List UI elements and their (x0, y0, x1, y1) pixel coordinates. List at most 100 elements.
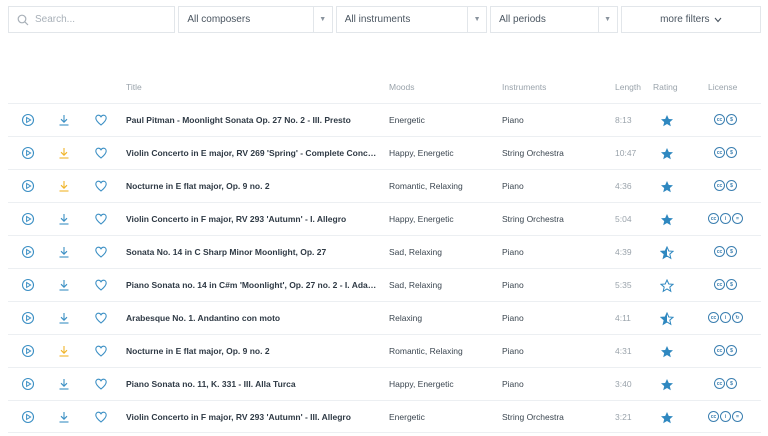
track-length: 5:35 (615, 280, 632, 290)
table-row[interactable]: Piano Sonata no. 11, K. 331 - III. Alla … (8, 367, 761, 400)
track-title[interactable]: Sonata No. 14 in C Sharp Minor Moonlight… (126, 247, 380, 257)
track-title[interactable]: Violin Concerto in F major, RV 293 'Autu… (126, 412, 380, 422)
filter-bar: All composers ▼ All instruments ▼ All pe… (8, 6, 761, 34)
download-icon[interactable] (57, 410, 71, 424)
track-title[interactable]: Violin Concerto in E major, RV 269 'Spri… (126, 148, 380, 158)
play-icon[interactable] (21, 344, 35, 358)
column-header-instruments[interactable]: Instruments (502, 82, 546, 92)
license-badges[interactable]: cc $ (714, 345, 738, 356)
table-row[interactable]: Arabesque No. 1. Andantino con moto Rela… (8, 301, 761, 334)
play-icon[interactable] (21, 146, 35, 160)
play-icon[interactable] (21, 212, 35, 226)
heart-icon[interactable] (94, 245, 108, 259)
download-icon[interactable] (57, 146, 71, 160)
table-row[interactable]: Nocturne in E flat major, Op. 9 no. 2 Ro… (8, 334, 761, 367)
heart-icon[interactable] (94, 311, 108, 325)
license-badges[interactable]: cc $ (714, 246, 738, 257)
track-title[interactable]: Paul Pitman - Moonlight Sonata Op. 27 No… (126, 115, 380, 125)
star-rating-icon[interactable] (660, 411, 674, 425)
track-title[interactable]: Nocturne in E flat major, Op. 9 no. 2 (126, 346, 380, 356)
track-instruments: Piano (502, 313, 524, 323)
heart-icon[interactable] (94, 377, 108, 391)
license-badges[interactable]: cc $ (714, 180, 738, 191)
table-row[interactable]: Violin Concerto in E major, RV 269 'Spri… (8, 136, 761, 169)
instrument-select-value: All instruments (344, 14, 411, 25)
play-icon[interactable] (21, 179, 35, 193)
track-length: 4:31 (615, 346, 632, 356)
track-title[interactable]: Violin Concerto in F major, RV 293 'Autu… (126, 214, 380, 224)
table-row[interactable]: Paul Pitman - Moonlight Sonata Op. 27 No… (8, 103, 761, 136)
column-header-rating[interactable]: Rating (653, 82, 678, 92)
download-icon[interactable] (57, 278, 71, 292)
play-icon[interactable] (21, 278, 35, 292)
caret-down-icon[interactable]: ▼ (597, 7, 617, 32)
download-icon[interactable] (57, 311, 71, 325)
license-badges[interactable]: cc $ (714, 114, 738, 125)
heart-icon[interactable] (94, 344, 108, 358)
track-length: 3:21 (615, 412, 632, 422)
play-icon[interactable] (21, 410, 35, 424)
track-title[interactable]: Arabesque No. 1. Andantino con moto (126, 313, 380, 323)
track-length: 4:36 (615, 181, 632, 191)
license-badges[interactable]: cc $ (714, 279, 738, 290)
heart-icon[interactable] (94, 410, 108, 424)
table-row[interactable]: Nocturne in E flat major, Op. 9 no. 2 Ro… (8, 169, 761, 202)
play-icon[interactable] (21, 377, 35, 391)
license-badges[interactable]: cc i = (708, 213, 744, 224)
license-by-icon: i (720, 213, 731, 224)
star-rating-icon[interactable] (660, 114, 674, 128)
track-title[interactable]: Piano Sonata no. 14 in C#m 'Moonlight', … (126, 280, 380, 290)
track-length: 3:40 (615, 379, 632, 389)
table-row[interactable]: Sonata No. 14 in C Sharp Minor Moonlight… (8, 235, 761, 268)
track-title[interactable]: Piano Sonata no. 11, K. 331 - III. Alla … (126, 379, 380, 389)
track-moods: Romantic, Relaxing (389, 181, 463, 191)
license-badges[interactable]: cc $ (714, 147, 738, 158)
license-nc-icon: $ (726, 279, 737, 290)
caret-down-icon[interactable]: ▼ (467, 7, 486, 32)
star-rating-icon[interactable] (660, 378, 674, 392)
column-header-moods[interactable]: Moods (389, 82, 415, 92)
star-rating-icon[interactable] (660, 246, 674, 260)
caret-down-icon[interactable]: ▼ (312, 7, 332, 32)
star-rating-icon[interactable] (660, 345, 674, 359)
play-icon[interactable] (21, 113, 35, 127)
track-moods: Happy, Energetic (389, 214, 454, 224)
period-select[interactable]: All periods ▼ (490, 6, 618, 33)
download-icon[interactable] (57, 344, 71, 358)
heart-icon[interactable] (94, 146, 108, 160)
star-rating-icon[interactable] (660, 312, 674, 326)
star-rating-icon[interactable] (660, 213, 674, 227)
track-instruments: Piano (502, 181, 524, 191)
column-header-length[interactable]: Length (615, 82, 641, 92)
composer-select[interactable]: All composers ▼ (178, 6, 333, 33)
track-length: 5:04 (615, 214, 632, 224)
license-badges[interactable]: cc i ↻ (708, 312, 744, 323)
star-rating-icon[interactable] (660, 180, 674, 194)
download-icon[interactable] (57, 113, 71, 127)
star-rating-icon[interactable] (660, 147, 674, 161)
license-badges[interactable]: cc i = (708, 411, 744, 422)
more-filters-button[interactable]: more filters (620, 6, 761, 33)
heart-icon[interactable] (94, 278, 108, 292)
heart-icon[interactable] (94, 212, 108, 226)
table-row[interactable]: Piano Sonata no. 14 in C#m 'Moonlight', … (8, 268, 761, 301)
table-row[interactable]: Violin Concerto in F major, RV 293 'Autu… (8, 400, 761, 433)
track-title[interactable]: Nocturne in E flat major, Op. 9 no. 2 (126, 181, 380, 191)
heart-icon[interactable] (94, 113, 108, 127)
download-icon[interactable] (57, 245, 71, 259)
column-header-title[interactable]: Title (126, 82, 142, 92)
license-cc-icon: cc (714, 246, 725, 257)
column-header-license[interactable]: License (708, 82, 737, 92)
heart-icon[interactable] (94, 179, 108, 193)
search-box[interactable] (8, 6, 176, 33)
download-icon[interactable] (57, 212, 71, 226)
play-icon[interactable] (21, 311, 35, 325)
instrument-select[interactable]: All instruments ▼ (335, 6, 488, 33)
download-icon[interactable] (57, 377, 71, 391)
play-icon[interactable] (21, 245, 35, 259)
license-badges[interactable]: cc $ (714, 378, 738, 389)
search-input[interactable] (35, 14, 165, 25)
download-icon[interactable] (57, 179, 71, 193)
star-rating-icon[interactable] (660, 279, 674, 293)
table-row[interactable]: Violin Concerto in F major, RV 293 'Autu… (8, 202, 761, 235)
